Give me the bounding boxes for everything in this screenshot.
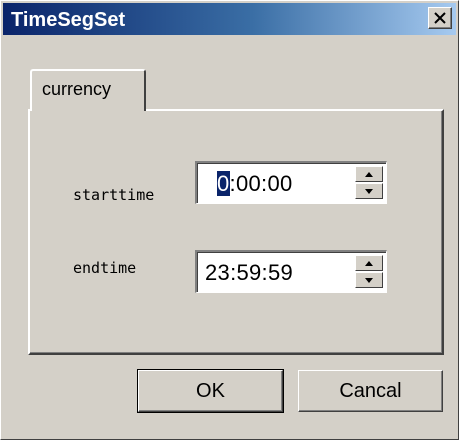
- tab-currency[interactable]: currency: [30, 69, 146, 111]
- tab-currency-label: currency: [42, 79, 112, 99]
- ok-button[interactable]: OK: [137, 369, 284, 413]
- tab-panel: [28, 109, 444, 355]
- cancel-button[interactable]: Cancal: [298, 370, 443, 412]
- timesegset-dialog: TimeSegSet currency starttime 0:00:00 en…: [0, 0, 459, 440]
- title-bar[interactable]: TimeSegSet: [3, 3, 456, 35]
- close-icon: [434, 12, 446, 24]
- window-title: TimeSegSet: [11, 9, 126, 31]
- close-button[interactable]: [428, 7, 452, 29]
